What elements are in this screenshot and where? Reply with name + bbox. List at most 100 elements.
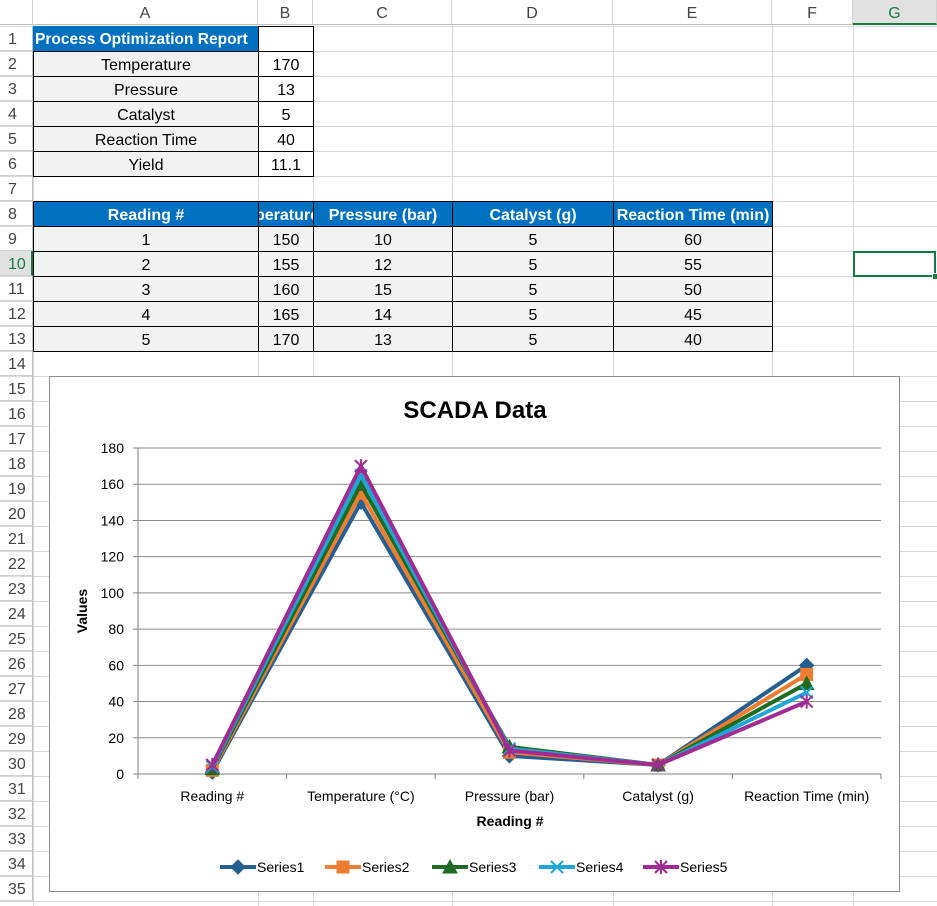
row-header-32[interactable]: 32	[0, 801, 33, 826]
table-data-cell[interactable]: 5	[452, 276, 614, 302]
table-data-cell[interactable]: 1	[33, 226, 259, 252]
row-header-25[interactable]: 25	[0, 626, 33, 651]
table-data-cell[interactable]: 60	[613, 226, 773, 252]
active-cell-g10[interactable]	[853, 251, 936, 277]
table-header-cell[interactable]: Reaction Time (min)	[613, 201, 773, 227]
report-value-cell[interactable]: 11.1	[258, 151, 314, 177]
row-header-15[interactable]: 15	[0, 376, 33, 401]
row-header-10[interactable]: 10	[0, 251, 33, 276]
series-line	[210, 464, 808, 767]
row-header-35[interactable]: 35	[0, 876, 33, 901]
table-data-cell[interactable]: 40	[613, 326, 773, 352]
row-header-30[interactable]: 30	[0, 751, 33, 776]
table-data-cell[interactable]: 160	[258, 276, 314, 302]
report-value-cell[interactable]: 170	[258, 51, 314, 77]
report-value-cell[interactable]: 5	[258, 101, 314, 127]
table-data-cell[interactable]: 15	[313, 276, 453, 302]
table-data-cell[interactable]: 170	[258, 326, 314, 352]
table-data-cell[interactable]: 13	[313, 326, 453, 352]
table-data-cell[interactable]: 5	[33, 326, 259, 352]
row-header-1[interactable]: 1	[0, 26, 33, 51]
table-data-cell[interactable]: 150	[258, 226, 314, 252]
column-header-e[interactable]: E	[613, 0, 772, 25]
row-header-9[interactable]: 9	[0, 226, 33, 251]
report-value-cell[interactable]: 40	[258, 126, 314, 152]
table-header-cell[interactable]: Pressure (bar)	[313, 201, 453, 227]
row-header-11[interactable]: 11	[0, 276, 33, 301]
row-header-5[interactable]: 5	[0, 126, 33, 151]
legend-label: Series5	[680, 859, 728, 875]
legend-label: Series2	[362, 859, 410, 875]
row-header-29[interactable]: 29	[0, 726, 33, 751]
report-label-cell[interactable]: Yield	[33, 151, 259, 177]
column-header-b[interactable]: B	[258, 0, 313, 25]
table-data-cell[interactable]: 5	[452, 301, 614, 327]
scada-chart[interactable]: SCADA Data Values Reading # 0 20 40 60 80 100…	[49, 376, 900, 892]
table-data-cell[interactable]: 5	[452, 326, 614, 352]
row-header-34[interactable]: 34	[0, 851, 33, 876]
legend-label: Series4	[576, 859, 624, 875]
legend-marker	[336, 860, 350, 874]
row-header-18[interactable]: 18	[0, 451, 33, 476]
row-header-17[interactable]: 17	[0, 426, 33, 451]
table-data-cell[interactable]: 5	[452, 226, 614, 252]
report-label-cell[interactable]: Catalyst	[33, 101, 259, 127]
x-tick-label: Catalyst (g)	[622, 788, 694, 804]
row-header-24[interactable]: 24	[0, 601, 33, 626]
column-header-c[interactable]: C	[313, 0, 452, 25]
table-header-cell[interactable]: Catalyst (g)	[452, 201, 614, 227]
row-header-16[interactable]: 16	[0, 401, 33, 426]
report-title-value-cell[interactable]	[258, 26, 314, 52]
table-data-cell[interactable]: 5	[452, 251, 614, 277]
table-data-cell[interactable]: 155	[258, 251, 314, 277]
table-header-cell[interactable]: Reading #	[33, 201, 259, 227]
select-all-corner[interactable]	[0, 0, 33, 25]
row-header-12[interactable]: 12	[0, 301, 33, 326]
row-gridline	[0, 901, 937, 902]
row-header-3[interactable]: 3	[0, 76, 33, 101]
fill-handle[interactable]	[932, 273, 937, 280]
table-data-cell[interactable]: 50	[613, 276, 773, 302]
table-data-cell[interactable]: 10	[313, 226, 453, 252]
table-data-cell[interactable]: 165	[258, 301, 314, 327]
row-header-31[interactable]: 31	[0, 776, 33, 801]
row-header-13[interactable]: 13	[0, 326, 33, 351]
table-data-cell[interactable]: 3	[33, 276, 259, 302]
table-data-cell[interactable]: 2	[33, 251, 259, 277]
column-header-g[interactable]: G	[853, 0, 937, 25]
table-data-cell[interactable]: 55	[613, 251, 773, 277]
report-label-cell[interactable]: Temperature	[33, 51, 259, 77]
row-header-2[interactable]: 2	[0, 51, 33, 76]
row-header-21[interactable]: 21	[0, 526, 33, 551]
column-header-d[interactable]: D	[452, 0, 613, 25]
table-data-cell[interactable]: 4	[33, 301, 259, 327]
y-tick-label: 80	[108, 621, 124, 637]
report-value-cell[interactable]: 13	[258, 76, 314, 102]
report-title-cell[interactable]: Process Optimization Report	[33, 26, 259, 52]
row-header-28[interactable]: 28	[0, 701, 33, 726]
row-header-14[interactable]: 14	[0, 351, 33, 376]
report-label-cell[interactable]: Pressure	[33, 76, 259, 102]
row-header-23[interactable]: 23	[0, 576, 33, 601]
report-label-cell[interactable]: Reaction Time	[33, 126, 259, 152]
row-header-7[interactable]: 7	[0, 176, 33, 201]
row-header-4[interactable]: 4	[0, 101, 33, 126]
row-header-19[interactable]: 19	[0, 476, 33, 501]
table-header-cell[interactable]: perature	[258, 201, 314, 227]
table-data-cell[interactable]: 12	[313, 251, 453, 277]
row-header-20[interactable]: 20	[0, 501, 33, 526]
row-header-27[interactable]: 27	[0, 676, 33, 701]
y-tick-label: 40	[108, 694, 124, 710]
row-header-22[interactable]: 22	[0, 551, 33, 576]
table-data-cell[interactable]: 45	[613, 301, 773, 327]
column-header-f[interactable]: F	[772, 0, 853, 25]
row-header-33[interactable]: 33	[0, 826, 33, 851]
x-tick-label: Reading #	[180, 788, 244, 804]
row-header-6[interactable]: 6	[0, 151, 33, 176]
row-header-26[interactable]: 26	[0, 651, 33, 676]
column-header-a[interactable]: A	[33, 0, 258, 25]
y-axis-title: Values	[74, 589, 90, 634]
legend-item-series4: Series4	[539, 859, 624, 875]
table-data-cell[interactable]: 14	[313, 301, 453, 327]
row-header-8[interactable]: 8	[0, 201, 33, 226]
